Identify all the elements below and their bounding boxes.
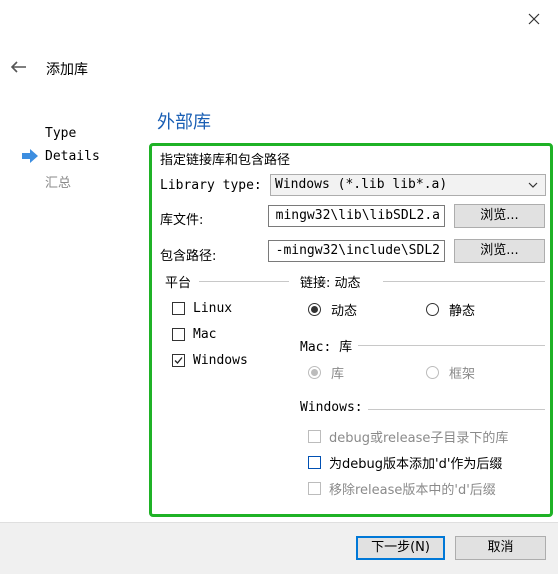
- library-type-value: Windows (*.lib lib*.a): [275, 177, 448, 192]
- cancel-button[interactable]: 取消: [455, 536, 546, 560]
- radio-circle: [426, 303, 439, 316]
- debug-release-subdir-checkbox[interactable]: debug或release子目录下的库: [308, 427, 508, 446]
- checkbox-box: [172, 328, 185, 341]
- windows-divider: [368, 409, 545, 410]
- linkage-dynamic-radio[interactable]: 动态: [308, 300, 357, 319]
- radio-label: 库: [331, 367, 345, 382]
- library-file-label: 库文件:: [160, 213, 204, 228]
- mac-group-text: Mac: 库: [300, 340, 353, 355]
- release-remove-d-suffix-checkbox[interactable]: 移除release版本中的'd'后缀: [308, 479, 496, 498]
- radio-circle: [308, 303, 321, 316]
- radio-circle: [426, 366, 439, 379]
- mac-framework-radio[interactable]: 框架: [426, 363, 475, 382]
- checkbox-label: Linux: [193, 301, 233, 316]
- windows-group-label: Windows:: [300, 400, 363, 415]
- radio-dot: [311, 369, 318, 376]
- close-icon: [528, 13, 540, 25]
- wizard-step-summary: 汇总: [45, 176, 72, 191]
- back-button[interactable]: [8, 56, 30, 78]
- browse-library-button[interactable]: 浏览...: [454, 204, 545, 228]
- chevron-down-icon: [527, 175, 539, 195]
- include-path-label: 包含路径:: [160, 249, 217, 264]
- checkmark-icon: [174, 357, 183, 364]
- platform-group-label: 平台: [165, 276, 192, 291]
- checkbox-box: [172, 354, 185, 367]
- linkage-group-label: 链接: 动态: [300, 276, 361, 291]
- mac-group-label: Mac: 库: [300, 336, 352, 355]
- library-type-label: Library type:: [160, 178, 262, 193]
- next-button[interactable]: 下一步(N): [356, 536, 445, 560]
- checkbox-label: debug或release子目录下的库: [329, 431, 509, 446]
- include-path-input[interactable]: -mingw32\include\SDL2: [268, 240, 445, 262]
- checkbox-label: Windows: [193, 353, 248, 368]
- mac-library-radio[interactable]: 库: [308, 363, 344, 382]
- browse-include-button[interactable]: 浏览...: [454, 239, 545, 263]
- linkage-static-radio[interactable]: 静态: [426, 300, 475, 319]
- checkbox-box: [308, 430, 321, 443]
- page-title: 外部库: [157, 112, 211, 133]
- checkbox-label: Mac: [193, 327, 217, 342]
- mac-divider: [358, 345, 545, 346]
- radio-label: 静态: [449, 304, 476, 319]
- platform-divider: [199, 281, 289, 282]
- platform-windows-checkbox[interactable]: Windows: [172, 353, 248, 368]
- checkbox-label: 移除release版本中的'd'后缀: [329, 483, 496, 498]
- close-button[interactable]: [520, 8, 548, 30]
- radio-label: 框架: [449, 367, 476, 382]
- dialog-title: 添加库: [46, 62, 88, 78]
- checkbox-label: 为debug版本添加'd'作为后缀: [329, 457, 503, 472]
- wizard-step-details: Details: [45, 149, 100, 164]
- checkbox-box: [308, 482, 321, 495]
- debug-add-d-suffix-checkbox[interactable]: 为debug版本添加'd'作为后缀: [308, 453, 502, 472]
- group-title: 指定链接库和包含路径: [160, 153, 291, 168]
- platform-linux-checkbox[interactable]: Linux: [172, 301, 232, 316]
- library-file-input[interactable]: mingw32\lib\libSDL2.a: [268, 205, 445, 227]
- radio-circle: [308, 366, 321, 379]
- wizard-step-type: Type: [45, 126, 77, 141]
- radio-label: 动态: [331, 304, 358, 319]
- linkage-divider: [383, 281, 545, 282]
- current-step-arrow-icon: [22, 149, 38, 163]
- library-type-select[interactable]: Windows (*.lib lib*.a): [270, 174, 546, 196]
- arrow-left-icon: [10, 61, 26, 73]
- radio-dot: [311, 306, 318, 313]
- checkbox-box: [308, 456, 321, 469]
- platform-mac-checkbox[interactable]: Mac: [172, 327, 216, 342]
- checkbox-box: [172, 302, 185, 315]
